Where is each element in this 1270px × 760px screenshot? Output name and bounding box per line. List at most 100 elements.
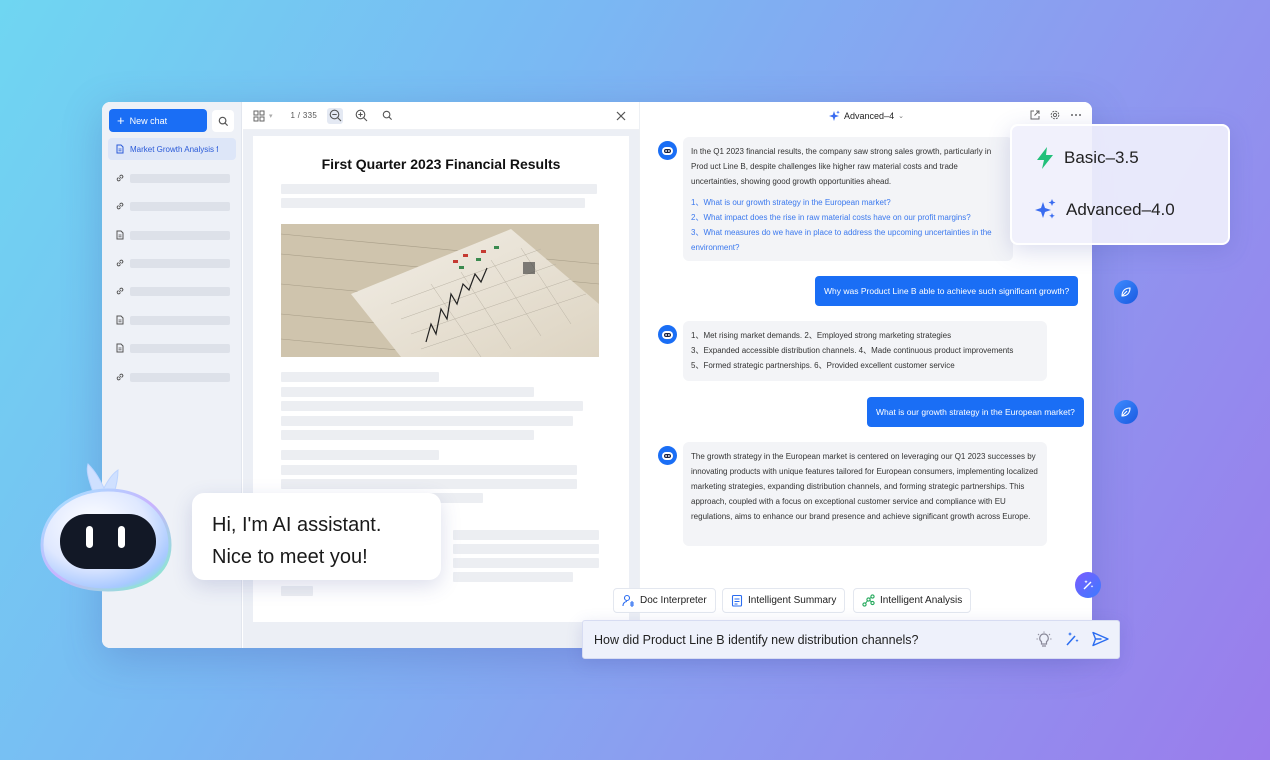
sidebar-item-placeholder [130,173,230,183]
chevron-down-icon[interactable]: ▾ [269,112,273,120]
sidebar-item-link[interactable] [108,195,236,217]
lightbulb-icon[interactable] [1036,631,1052,648]
document-toolbar: ▾ 1 / 335 [243,102,639,130]
model-option-basic[interactable]: Basic–3.5 [1034,146,1139,170]
text-placeholder [281,450,439,460]
doc-search-button[interactable] [379,108,395,124]
text-placeholder [281,401,583,411]
user-message: What is our growth strategy in the Europ… [867,397,1084,427]
link-icon [116,373,124,381]
sidebar-item-placeholder [130,230,230,240]
document-title: First Quarter 2023 Financial Results [321,156,561,172]
link-icon [116,259,124,267]
zoom-out-icon [329,109,341,122]
zoom-in-button[interactable] [353,108,369,124]
send-icon[interactable] [1092,631,1109,647]
user-avatar [1114,400,1138,424]
sidebar-item-link[interactable] [108,280,236,302]
suggested-question[interactable]: 1、What is our growth strategy in the Eur… [691,195,1005,210]
assistant-message-line: 5、Formed strategic partnerships. 6、Provi… [691,361,955,370]
assistant-message-text: In the Q1 2023 financial results, the co… [691,147,992,186]
sidebar-item-placeholder [130,315,230,325]
close-document-button[interactable] [613,108,629,124]
financial-chart-photo [281,224,599,357]
text-placeholder [281,387,534,397]
model-label: Advanced–4 [844,111,895,121]
share-icon[interactable] [1030,110,1040,120]
more-icon[interactable] [1070,110,1082,120]
assistant-message: 1、Met rising market demands. 2、Employed … [683,321,1047,381]
text-placeholder [281,430,534,440]
sidebar-item-market-growth[interactable]: Market Growth Analysis f [108,138,236,160]
magic-assist-button[interactable] [1075,572,1101,598]
sidebar-item-placeholder [130,258,230,268]
text-placeholder [281,416,573,426]
intelligent-summary-chip[interactable]: Intelligent Summary [722,588,846,613]
plus-icon: + [117,113,125,128]
search-icon [218,116,228,126]
suggested-question[interactable]: 2、What impact does the rise in raw mater… [691,210,1005,225]
magic-wand-icon [1083,580,1094,590]
sparkle-icon [1035,199,1056,219]
gear-icon[interactable] [1050,110,1060,120]
sidebar-item-doc[interactable] [108,337,236,359]
model-option-advanced[interactable]: Advanced–4.0 [1034,198,1175,222]
user-doc-icon [622,594,634,607]
suggested-question[interactable]: 3、What measures do we have in place to a… [691,225,1005,255]
assistant-avatar [658,446,677,465]
sidebar-item-doc[interactable] [108,224,236,246]
text-placeholder [281,465,577,475]
sidebar-item-link[interactable] [108,366,236,388]
sidebar-search-button[interactable] [212,110,234,132]
assistant-avatar [658,141,677,160]
text-placeholder [281,479,577,489]
search-icon [382,110,392,121]
sidebar-item-placeholder [130,286,230,296]
user-message: Why was Product Line B able to achieve s… [815,276,1079,306]
model-dropdown: Basic–3.5 Advanced–4.0 [1010,124,1230,245]
chip-label: Intelligent Analysis [880,595,963,606]
chip-label: Intelligent Summary [748,595,837,606]
magic-wand-icon[interactable] [1064,631,1080,647]
new-chat-button[interactable]: + New chat [109,109,207,132]
sidebar-item-doc[interactable] [108,309,236,331]
lightning-icon [1037,147,1053,169]
summary-icon [731,594,743,607]
zoom-out-button[interactable] [327,107,344,124]
intelligent-analysis-chip[interactable]: Intelligent Analysis [853,588,972,613]
sidebar-item-link[interactable] [108,252,236,274]
document-icon [116,315,124,325]
assistant-message-text: The growth strategy in the European mark… [691,452,1038,521]
assistant-message: The growth strategy in the European mark… [683,442,1047,546]
sidebar-item-placeholder [130,201,230,211]
text-placeholder [453,572,573,582]
link-icon [116,202,124,210]
chat-input-text: How did Product Line B identify new dist… [594,632,919,647]
document-icon [116,144,124,154]
chat-input[interactable]: How did Product Line B identify new dist… [582,620,1120,659]
text-placeholder [281,198,585,208]
link-icon [116,174,124,182]
ai-mascot [40,463,172,592]
chip-label: Doc Interpreter [640,595,707,606]
chat-header-actions [1030,110,1082,120]
greeting-bubble: Hi, I'm AI assistant. Nice to meet you! [192,493,441,580]
close-icon [616,111,626,121]
doc-interpreter-chip[interactable]: Doc Interpreter [613,588,716,613]
greeting-line: Hi, I'm AI assistant. [212,514,382,536]
leaf-icon [1121,407,1131,417]
sidebar-item-link[interactable] [108,167,236,189]
zoom-in-icon [355,109,367,122]
assistant-message: In the Q1 2023 financial results, the co… [683,137,1013,261]
text-placeholder [281,586,313,596]
grid-view-button[interactable] [251,108,267,124]
stock-chart-image [281,224,599,357]
link-icon [116,287,124,295]
document-icon [116,343,124,353]
text-placeholder [281,184,597,194]
text-placeholder [281,372,439,382]
sidebar-item-placeholder [130,372,230,382]
assistant-message-line: 3、Expanded accessible distribution chann… [691,346,1014,355]
user-avatar [1114,280,1138,304]
chevron-down-icon: ⌄ [898,113,904,120]
